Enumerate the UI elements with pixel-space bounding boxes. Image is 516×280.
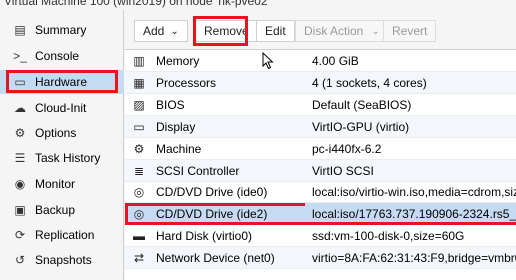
floppy-icon: ▣ (14, 203, 26, 217)
sidebar-item-label: Summary (35, 23, 87, 37)
hardware-row-name: Memory (156, 53, 200, 68)
sidebar-item-console[interactable]: >_ Console (0, 44, 124, 68)
sidebar-item-label: Cloud-Init (35, 101, 87, 115)
hardware-row-cdrom-ide0[interactable]: ◎ CD/DVD Drive (ide0) local:iso/virtio-w… (125, 181, 516, 203)
refresh-icon: ⟳ (14, 228, 26, 242)
monitor-icon: ▭ (14, 75, 26, 89)
hardware-row-value: 4 (1 sockets, 4 cores) (312, 75, 427, 90)
hardware-row-value: ssd:vm-100-disk-0,size=60G (312, 228, 465, 243)
hardware-row-name: CD/DVD Drive (ide2) (156, 206, 268, 221)
sidebar-item-label: Backup (35, 203, 76, 217)
mouse-cursor-icon (262, 52, 274, 70)
window-title-bar: Virtual Machine 100 (win2019) on node 'n… (0, 0, 516, 10)
add-button-label: Add (143, 24, 165, 38)
cpu-icon: ▦ (133, 75, 145, 90)
add-button[interactable]: Add ⌄ (134, 20, 188, 42)
toolbar: Add ⌄ Remove Edit Disk Action ⌄ Revert (125, 10, 516, 50)
network-icon: ⇄ (133, 250, 145, 265)
window-title: Virtual Machine 100 (win2019) on node 'n… (4, 0, 270, 8)
cdrom-icon: ◎ (133, 184, 145, 199)
sidebar: ▤ Summary >_ Console ▭ Hardware ☁ Cloud-… (0, 10, 124, 280)
sidebar-item-label: Options (35, 126, 77, 140)
hardware-row-value: VirtIO-GPU (virtio) (312, 119, 410, 134)
hardware-row-value: VirtIO SCSI (312, 163, 374, 178)
sidebar-item-label: Snapshots (35, 253, 92, 267)
hardware-row-processors[interactable]: ▦ Processors 4 (1 sockets, 4 cores) (125, 72, 516, 94)
hardware-row-value: pc-i440fx-6.2 (312, 141, 382, 156)
microchip-icon: ▨ (133, 97, 145, 112)
revert-button[interactable]: Revert (383, 20, 437, 42)
hardware-row-bios[interactable]: ▨ BIOS Default (SeaBIOS) (125, 94, 516, 116)
sidebar-item-monitor[interactable]: ◉ Monitor (0, 172, 124, 196)
eye-icon: ◉ (14, 177, 26, 191)
gear-icon: ⚙ (14, 126, 26, 140)
history-icon: ↺ (14, 253, 26, 267)
hardware-row-value: local:iso/17763.737.190906-2324.rs5_rele… (312, 206, 516, 221)
disk-action-label: Disk Action (304, 24, 364, 38)
sidebar-item-label: Console (35, 49, 80, 63)
remove-button[interactable]: Remove (195, 20, 258, 42)
desktop-icon: ▭ (133, 119, 145, 134)
revert-button-label: Revert (392, 24, 428, 38)
sidebar-item-hardware[interactable]: ▭ Hardware (0, 70, 124, 94)
hardware-row-hard-disk[interactable]: ▬ Hard Disk (virtio0) ssd:vm-100-disk-0,… (125, 225, 516, 247)
hardware-row-scsi-controller[interactable]: ≣ SCSI Controller VirtIO SCSI (125, 160, 516, 182)
memory-icon: ▥ (133, 53, 145, 68)
sidebar-item-label: Monitor (35, 177, 76, 191)
remove-button-label: Remove (204, 24, 249, 38)
sidebar-item-replication[interactable]: ⟳ Replication (0, 223, 124, 247)
hardware-row-name: Processors (156, 75, 217, 90)
hardware-grid: ▥ Memory 4.00 GiB ▦ Processors 4 (1 sock… (125, 50, 516, 280)
summary-icon: ▤ (14, 23, 26, 37)
sidebar-item-options[interactable]: ⚙ Options (0, 121, 124, 145)
hardware-row-value: 4.00 GiB (312, 53, 359, 68)
hardware-row-memory[interactable]: ▥ Memory 4.00 GiB (125, 50, 516, 72)
hardware-row-name: Machine (156, 141, 202, 156)
hdd-icon: ▬ (133, 228, 145, 243)
console-icon: >_ (13, 49, 27, 63)
database-icon: ≣ (133, 163, 145, 178)
list-icon: ☰ (14, 151, 26, 165)
sidebar-item-summary[interactable]: ▤ Summary (0, 18, 124, 42)
chevron-down-icon: ⌄ (371, 25, 380, 37)
disk-action-button[interactable]: Disk Action ⌄ (295, 20, 389, 42)
cdrom-icon: ◎ (133, 206, 145, 221)
hardware-row-name: BIOS (156, 97, 185, 112)
hardware-row-cdrom-ide2[interactable]: ◎ CD/DVD Drive (ide2) local:iso/17763.73… (125, 203, 516, 225)
sidebar-item-task-history[interactable]: ☰ Task History (0, 146, 124, 170)
hardware-row-name: Network Device (net0) (156, 250, 275, 265)
cloud-icon: ☁ (14, 101, 26, 115)
hardware-row-name: CD/DVD Drive (ide0) (156, 184, 268, 199)
sidebar-item-cloud-init[interactable]: ☁ Cloud-Init (0, 96, 124, 120)
hardware-row-value: local:iso/virtio-win.iso,media=cdrom,siz… (312, 184, 516, 199)
sidebar-item-snapshots[interactable]: ↺ Snapshots (0, 248, 124, 272)
hardware-row-name: Hard Disk (virtio0) (156, 228, 253, 243)
hardware-row-value: virtio=8A:FA:62:31:43:F9,bridge=vmbr0,fi… (312, 250, 516, 265)
sidebar-item-label: Replication (35, 228, 95, 242)
cogs-icon: ⚙ (133, 141, 145, 156)
hardware-row-name: Display (156, 119, 196, 134)
sidebar-item-backup[interactable]: ▣ Backup (0, 198, 124, 222)
hardware-row-value: Default (SeaBIOS) (312, 97, 412, 112)
hardware-row-name: SCSI Controller (156, 163, 240, 178)
sidebar-item-label: Hardware (35, 75, 88, 89)
edit-button-label: Edit (265, 24, 286, 38)
chevron-down-icon: ⌄ (170, 25, 179, 37)
sidebar-item-label: Task History (35, 151, 101, 165)
hardware-row-machine[interactable]: ⚙ Machine pc-i440fx-6.2 (125, 138, 516, 160)
hardware-row-display[interactable]: ▭ Display VirtIO-GPU (virtio) (125, 116, 516, 138)
edit-button[interactable]: Edit (256, 20, 295, 42)
hardware-row-network-device[interactable]: ⇄ Network Device (net0) virtio=8A:FA:62:… (125, 247, 516, 269)
